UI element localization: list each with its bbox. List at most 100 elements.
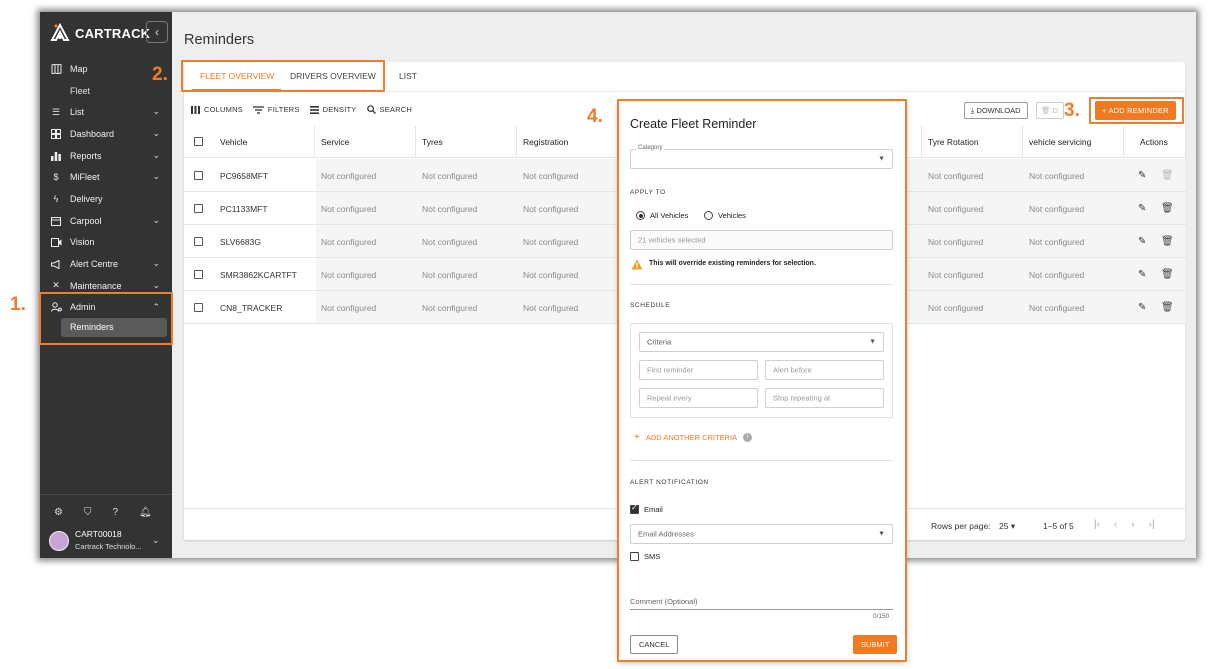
edit-icon[interactable]: ✎ bbox=[1138, 269, 1146, 280]
download-button[interactable]: ⤓ DOWNLOAD bbox=[964, 102, 1028, 119]
rows-per-page-select[interactable]: 25 ▾ bbox=[999, 521, 1015, 532]
step-label-2: 2. bbox=[152, 64, 168, 85]
column-header-vehicle[interactable]: Vehicle bbox=[220, 137, 247, 147]
density-label: DENSITY bbox=[322, 105, 357, 114]
sidebar-item-delivery[interactable]: ϟ Delivery bbox=[40, 188, 172, 210]
chevron-down-icon[interactable]: ⌄ bbox=[152, 535, 160, 546]
chevron-down-icon: ⌄ bbox=[152, 171, 160, 182]
help-icon[interactable]: ? bbox=[112, 507, 118, 518]
cell-vehicle: PC1133MFT bbox=[220, 204, 268, 214]
cell-tyres: Not configured bbox=[422, 303, 478, 313]
chevron-down-icon: ⌄ bbox=[152, 279, 160, 290]
chevron-down-icon: ⌄ bbox=[152, 258, 160, 269]
cell-service: Not configured bbox=[321, 237, 377, 247]
sidebar-item-label: Delivery bbox=[70, 193, 103, 204]
sidebar-item-label: Fleet bbox=[70, 85, 91, 96]
column-divider bbox=[921, 126, 922, 158]
next-page-icon[interactable]: › bbox=[1131, 519, 1134, 530]
column-header-vehicle-servicing[interactable]: vehicle servicing bbox=[1029, 137, 1091, 147]
screenshot-stage: CARTRACK ‹ Map Fleet ☰ List ⌄ Dashboard … bbox=[0, 0, 1214, 669]
sidebar-item-label: MiFleet bbox=[70, 172, 100, 183]
column-header-tyres[interactable]: Tyres bbox=[422, 137, 443, 147]
column-header-service[interactable]: Service bbox=[321, 137, 349, 147]
sidebar-item-reports[interactable]: Reports ⌄ bbox=[40, 145, 172, 167]
sidebar-utility-icons: ⚙ ⛉ ? 🔔︎ bbox=[54, 507, 152, 518]
pagination-range: 1–5 of 5 bbox=[1043, 521, 1074, 531]
sidebar-item-label: Dashboard bbox=[70, 128, 115, 139]
pagination-controls: |‹ ‹ › ›| bbox=[1094, 519, 1155, 530]
sidebar-item-carpool[interactable]: Carpool ⌄ bbox=[40, 210, 172, 232]
edit-icon[interactable]: ✎ bbox=[1138, 170, 1146, 181]
bell-icon[interactable]: 🔔︎ bbox=[139, 507, 152, 518]
row-checkbox[interactable] bbox=[194, 303, 203, 312]
columns-label: COLUMNS bbox=[204, 105, 243, 114]
delete-row-icon[interactable]: 🗑︎ bbox=[1161, 302, 1174, 313]
cell-service: Not configured bbox=[321, 270, 377, 280]
delete-row-icon[interactable]: 🗑︎ bbox=[1161, 203, 1174, 214]
columns-button[interactable]: COLUMNS bbox=[191, 105, 243, 114]
delete-label: D bbox=[1052, 106, 1059, 115]
cell-vehicle: SLV6683G bbox=[220, 237, 261, 247]
chevron-down-icon: ⌄ bbox=[152, 214, 160, 225]
list-icon: ☰ bbox=[51, 106, 61, 117]
cell-tyre-rotation: Not configured bbox=[928, 171, 984, 181]
delete-row-icon[interactable]: 🗑︎ bbox=[1161, 269, 1174, 280]
column-divider bbox=[314, 126, 315, 158]
first-page-icon[interactable]: |‹ bbox=[1094, 519, 1100, 530]
column-header-actions: Actions bbox=[1140, 137, 1168, 147]
filters-button[interactable]: FILTERS bbox=[252, 105, 300, 114]
cartrack-logo-icon bbox=[50, 23, 70, 41]
brand-name: CARTRACK bbox=[75, 25, 151, 41]
sidebar-item-vision[interactable]: Vision bbox=[40, 232, 172, 254]
cell-tyres: Not configured bbox=[422, 171, 478, 181]
edit-icon[interactable]: ✎ bbox=[1138, 302, 1146, 313]
density-icon bbox=[309, 105, 319, 114]
prev-page-icon[interactable]: ‹ bbox=[1114, 519, 1117, 530]
cell-vehicle-servicing: Not configured bbox=[1029, 270, 1085, 280]
sidebar-item-list[interactable]: ☰ List ⌄ bbox=[40, 101, 172, 123]
step-label-3: 3. bbox=[1064, 100, 1080, 121]
cell-vehicle-servicing: Not configured bbox=[1029, 237, 1085, 247]
row-checkbox[interactable] bbox=[194, 237, 203, 246]
highlight-box-tabs bbox=[181, 60, 385, 92]
last-page-icon[interactable]: ›| bbox=[1149, 519, 1155, 530]
brand-logo[interactable]: CARTRACK bbox=[50, 22, 150, 44]
delete-row-icon: 🗑︎ bbox=[1161, 170, 1174, 181]
settings-icon[interactable]: ⚙ bbox=[54, 507, 63, 518]
select-all-checkbox[interactable] bbox=[194, 137, 203, 146]
step-label-1: 1. bbox=[10, 294, 26, 315]
page-title: Reminders bbox=[184, 32, 255, 48]
column-divider bbox=[516, 126, 517, 158]
delete-button[interactable]: 🗑︎ D bbox=[1036, 102, 1064, 119]
sidebar: CARTRACK ‹ Map Fleet ☰ List ⌄ Dashboard … bbox=[40, 12, 172, 558]
cell-registration: Not configured bbox=[523, 204, 579, 214]
cell-tyres: Not configured bbox=[422, 204, 478, 214]
filters-label: FILTERS bbox=[267, 105, 300, 114]
avatar[interactable] bbox=[49, 531, 69, 551]
sidebar-item-alert-centre[interactable]: Alert Centre ⌄ bbox=[40, 253, 172, 275]
delete-row-icon[interactable]: 🗑︎ bbox=[1161, 236, 1174, 247]
edit-icon[interactable]: ✎ bbox=[1138, 236, 1146, 247]
cell-vehicle: CN8_TRACKER bbox=[220, 303, 283, 313]
column-header-tyre-rotation[interactable]: Tyre Rotation bbox=[928, 137, 979, 147]
sidebar-item-mifleet[interactable]: $ MiFleet ⌄ bbox=[40, 166, 172, 188]
shield-icon[interactable]: ⛉ bbox=[84, 507, 92, 518]
density-button[interactable]: DENSITY bbox=[309, 105, 357, 114]
chevron-down-icon: ⌄ bbox=[152, 149, 160, 160]
cell-service: Not configured bbox=[321, 171, 377, 181]
sidebar-collapse-button[interactable]: ‹ bbox=[146, 21, 168, 43]
dashboard-icon bbox=[50, 128, 62, 140]
account-id: CART00018 bbox=[75, 529, 122, 539]
search-icon bbox=[366, 105, 376, 114]
edit-icon[interactable]: ✎ bbox=[1138, 203, 1146, 214]
column-header-registration[interactable]: Registration bbox=[523, 137, 568, 147]
tab-list[interactable]: LIST bbox=[399, 71, 417, 81]
row-checkbox[interactable] bbox=[194, 270, 203, 279]
search-button[interactable]: SEARCH bbox=[366, 105, 412, 114]
row-checkbox[interactable] bbox=[194, 171, 203, 180]
lightning-icon: ϟ bbox=[53, 193, 59, 204]
sidebar-item-dashboard[interactable]: Dashboard ⌄ bbox=[40, 123, 172, 145]
sidebar-footer: ⚙ ⛉ ? 🔔︎ CART00018 Cartrack Technolo... … bbox=[40, 494, 172, 558]
bar-chart-icon bbox=[50, 150, 62, 162]
row-checkbox[interactable] bbox=[194, 204, 203, 213]
